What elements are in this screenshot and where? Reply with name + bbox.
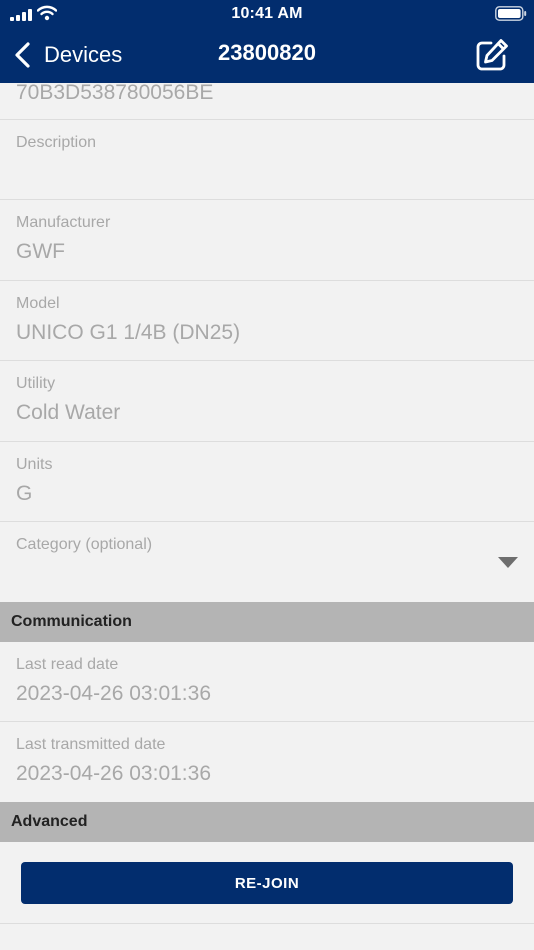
model-field[interactable]: Model UNICO G1 1/4B (DN25) [0, 281, 534, 361]
back-label: Devices [44, 42, 123, 67]
model-value: UNICO G1 1/4B (DN25) [16, 321, 241, 344]
model-label: Model [16, 295, 60, 312]
status-bar: 10:41 AM [0, 0, 534, 30]
communication-section-title: Communication [11, 613, 132, 630]
units-label: Units [16, 456, 53, 473]
status-time: 10:41 AM [231, 5, 303, 22]
edit-button[interactable] [474, 37, 510, 73]
last-transmitted-date-label: Last transmitted date [16, 736, 166, 753]
manufacturer-label: Manufacturer [16, 214, 111, 231]
utility-label: Utility [16, 375, 56, 392]
edit-icon [476, 39, 508, 71]
nav-header: 10:41 AM Devices 23800820 [0, 0, 534, 83]
last-read-date-label: Last read date [16, 656, 119, 673]
chevron-left-icon [15, 42, 30, 68]
device-detail-form[interactable]: 70B3D538780056BE Description Manufacture… [0, 83, 534, 950]
last-transmitted-date-field: Last transmitted date 2023-04-26 03:01:3… [0, 722, 534, 802]
manufacturer-value: GWF [16, 240, 65, 263]
category-dropdown[interactable]: Category (optional) [0, 522, 534, 602]
manufacturer-field[interactable]: Manufacturer GWF [0, 200, 534, 281]
page-title: 23800820 [218, 40, 316, 65]
description-field[interactable]: Description [0, 120, 534, 200]
description-label: Description [16, 134, 97, 151]
last-transmitted-date-value: 2023-04-26 03:01:36 [16, 762, 211, 785]
advanced-section-title: Advanced [11, 813, 88, 830]
divider [0, 923, 534, 924]
device-eui-row: 70B3D538780056BE [0, 83, 534, 120]
device-eui-value: 70B3D538780056BE [16, 83, 214, 104]
dropdown-arrow-icon[interactable] [498, 557, 518, 569]
back-button[interactable]: Devices [14, 38, 122, 72]
units-field[interactable]: Units G [0, 442, 534, 522]
units-value: G [16, 482, 33, 505]
last-read-date-field: Last read date 2023-04-26 03:01:36 [0, 642, 534, 722]
last-read-date-value: 2023-04-26 03:01:36 [16, 682, 211, 705]
communication-section-header: Communication [0, 602, 534, 642]
advanced-section-header: Advanced [0, 802, 534, 842]
category-label: Category (optional) [16, 536, 153, 553]
utility-field[interactable]: Utility Cold Water [0, 361, 534, 442]
rejoin-button[interactable]: RE-JOIN [21, 862, 513, 904]
battery-icon [495, 6, 527, 21]
utility-value: Cold Water [16, 401, 121, 424]
